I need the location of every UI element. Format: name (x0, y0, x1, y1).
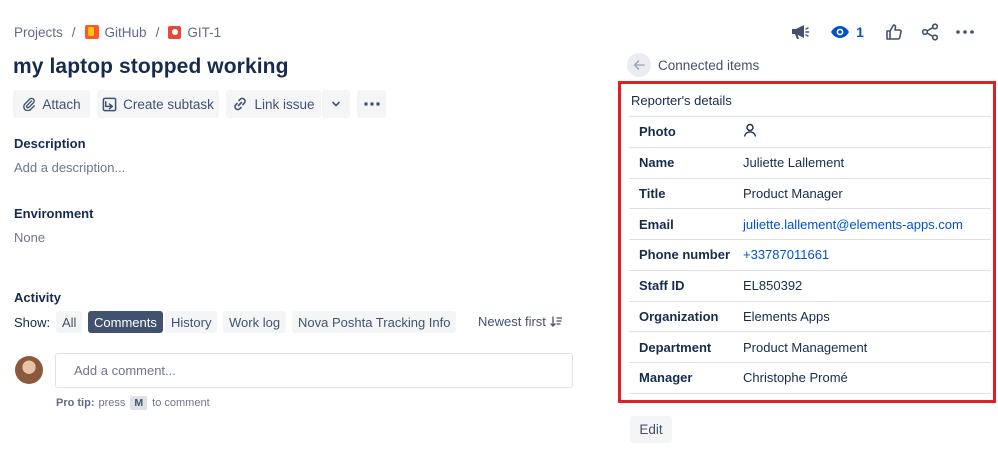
table-row: Title Product Manager (629, 178, 991, 209)
subtask-icon (102, 97, 117, 111)
detail-key: Staff ID (639, 278, 685, 294)
detail-key: Organization (639, 308, 719, 324)
back-button[interactable] (627, 53, 651, 77)
pro-tip-press: press (98, 397, 126, 409)
watchers-count: 1 (856, 24, 864, 40)
detail-value: Juliette Lallement (743, 155, 845, 171)
paperclip-icon (23, 97, 36, 111)
phone-link[interactable]: +33787011661 (743, 240, 991, 271)
issue-title[interactable]: my laptop stopped working (13, 55, 289, 79)
share-button[interactable] (919, 22, 941, 42)
pro-tip-key: M (130, 396, 148, 410)
breadcrumb-separator: / (71, 24, 76, 40)
description-field[interactable]: Add a description... (14, 160, 125, 175)
filter-history[interactable]: History (165, 311, 218, 333)
like-button[interactable] (883, 22, 905, 42)
environment-field[interactable]: None (14, 230, 45, 245)
connected-items-label: Connected items (658, 58, 760, 73)
breadcrumb: Projects / GitHub / GIT-1 (14, 23, 221, 41)
detail-key: Title (639, 185, 666, 201)
avatar (15, 356, 43, 384)
bug-icon (168, 25, 182, 39)
pro-tip: Pro tip: press M to comment (56, 396, 210, 410)
detail-value: Product Management (743, 339, 868, 355)
pro-tip-suffix: to comment (152, 397, 210, 409)
arrow-left-icon (633, 60, 645, 70)
detail-key: Manager (639, 370, 693, 386)
edit-button[interactable]: Edit (630, 416, 672, 443)
share-icon (921, 23, 939, 41)
detail-key: Phone number (639, 247, 731, 263)
table-row: Phone number +33787011661 (629, 239, 991, 271)
more-actions-button[interactable] (357, 90, 386, 118)
more-options-button[interactable] (954, 22, 976, 42)
sort-icon (550, 315, 562, 327)
create-subtask-button[interactable]: Create subtask (97, 90, 219, 118)
table-row: Photo (629, 116, 991, 148)
link-issue-button-label: Link issue (254, 96, 315, 112)
project-avatar-icon (84, 25, 99, 39)
create-subtask-button-label: Create subtask (123, 96, 214, 112)
detail-value: EL850392 (743, 278, 803, 294)
detail-key: Name (639, 155, 675, 171)
filter-work-log[interactable]: Work log (223, 311, 287, 333)
breadcrumb-project-label: GitHub (104, 24, 147, 40)
sort-order-label: Newest first (478, 314, 546, 329)
detail-key: Photo (639, 124, 676, 140)
detail-value-photo (743, 117, 991, 148)
table-row: Staff ID EL850392 (629, 270, 991, 301)
breadcrumb-projects-link[interactable]: Projects (14, 25, 63, 40)
attach-button[interactable]: Attach (13, 90, 90, 118)
eye-icon (831, 26, 850, 38)
chevron-down-icon (332, 101, 340, 107)
detail-value: Product Manager (743, 185, 843, 201)
activity-show-label: Show: (14, 315, 51, 330)
filter-nova-poshta-tracking-info[interactable]: Nova Poshta Tracking Info (292, 311, 457, 333)
breadcrumb-issue-link[interactable]: GIT-1 (168, 25, 221, 40)
table-row: Organization Elements Apps (629, 301, 991, 332)
detail-value: Christophe Promé (743, 370, 848, 386)
breadcrumb-project-link[interactable]: GitHub (84, 24, 147, 40)
megaphone-icon (792, 25, 810, 39)
reporter-details-table: Photo Name Juliette Lallement Title Prod… (629, 116, 991, 394)
watch-button[interactable]: 1 (829, 22, 865, 42)
breadcrumb-issue-key: GIT-1 (187, 24, 222, 40)
user-icon (743, 124, 757, 138)
more-icon (363, 102, 380, 106)
detail-value: Elements Apps (743, 308, 830, 324)
more-icon (956, 30, 974, 34)
attach-button-label: Attach (42, 96, 81, 112)
reporter-details-title: Reporter's details (631, 93, 732, 108)
environment-label: Environment (14, 206, 94, 221)
filter-all[interactable]: All (56, 311, 83, 333)
table-row: Department Product Management (629, 331, 991, 363)
table-row: Manager Christophe Promé (629, 362, 991, 394)
thumbs-up-icon (886, 24, 902, 40)
announcement-button[interactable] (789, 22, 811, 42)
filter-comments[interactable]: Comments (88, 311, 163, 333)
table-row: Email juliette.lallement@elements-apps.c… (629, 208, 991, 240)
sort-order-button[interactable]: Newest first (478, 314, 562, 329)
activity-label: Activity (14, 290, 61, 305)
link-issue-dropdown-button[interactable] (322, 90, 350, 118)
pro-tip-label: Pro tip: (56, 397, 95, 409)
email-link[interactable]: juliette.lallement@elements-apps.com (743, 209, 991, 240)
link-icon (234, 97, 247, 111)
table-row: Name Juliette Lallement (629, 147, 991, 178)
description-label: Description (14, 136, 86, 151)
link-issue-button[interactable]: Link issue (226, 90, 321, 118)
comment-input[interactable]: Add a comment... (55, 353, 573, 388)
detail-key: Email (639, 216, 674, 232)
breadcrumb-separator: / (155, 24, 160, 40)
detail-key: Department (639, 339, 712, 355)
